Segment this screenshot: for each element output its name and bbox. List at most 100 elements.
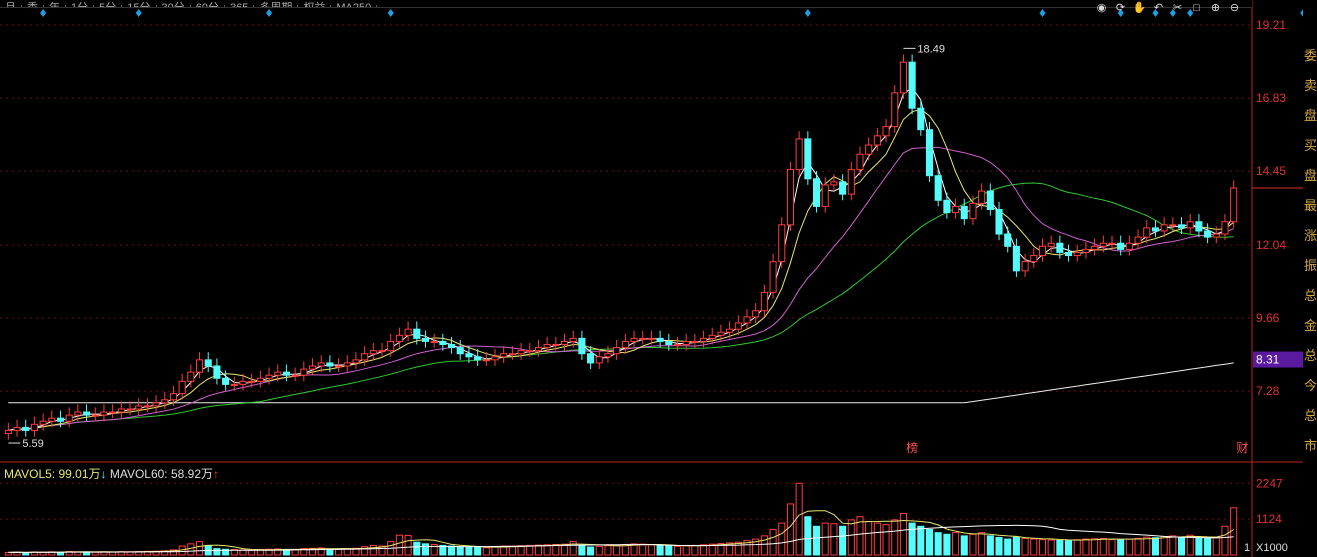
candle-body bbox=[361, 353, 369, 361]
candle-body bbox=[135, 405, 143, 410]
volume-bar bbox=[1108, 538, 1116, 556]
candle-body bbox=[300, 368, 308, 376]
volume-bar bbox=[508, 545, 516, 556]
volume-legend-part: ↑ bbox=[213, 467, 219, 481]
square-icon[interactable]: □ bbox=[1187, 2, 1206, 14]
candle-body bbox=[908, 61, 916, 109]
ma60-line bbox=[8, 182, 1234, 431]
volume-bar bbox=[908, 522, 916, 556]
volume-bar bbox=[821, 522, 829, 556]
candle-body bbox=[543, 344, 551, 349]
candle-body bbox=[639, 337, 647, 340]
candle-body bbox=[274, 371, 282, 376]
volume-bar bbox=[474, 546, 482, 556]
event-diamond-icon bbox=[1039, 9, 1046, 17]
volume-bar bbox=[682, 545, 690, 556]
candle-body bbox=[482, 359, 490, 362]
period-tab[interactable]: 权益 bbox=[298, 3, 332, 7]
candle-body bbox=[1125, 242, 1133, 250]
candle-body bbox=[952, 205, 960, 214]
candle-body bbox=[143, 405, 151, 408]
candle-body bbox=[873, 135, 881, 146]
period-tab[interactable]: 季 bbox=[22, 3, 44, 7]
candle-body bbox=[995, 208, 1003, 235]
period-tab[interactable]: 多周期 bbox=[254, 3, 299, 7]
side-label: 总 bbox=[1304, 348, 1317, 363]
period-tab[interactable]: 60分 bbox=[191, 3, 225, 7]
candle-body bbox=[1091, 245, 1099, 250]
price-tick-label: 14.45 bbox=[1256, 164, 1286, 178]
candle-body bbox=[665, 340, 673, 346]
cut-icon[interactable]: ✂ bbox=[1168, 2, 1187, 14]
candle-body bbox=[1004, 233, 1012, 247]
candle-body bbox=[109, 411, 117, 414]
period-tab[interactable]: 1分 bbox=[66, 3, 95, 7]
event-diamond-icon bbox=[135, 9, 142, 17]
candle-body bbox=[899, 61, 907, 94]
side-label: 市 bbox=[1304, 438, 1317, 453]
side-label: 卖 bbox=[1304, 78, 1317, 93]
candle-body bbox=[30, 423, 38, 431]
candle-body bbox=[335, 365, 343, 368]
candle-body bbox=[717, 331, 725, 336]
volume-bar bbox=[812, 525, 821, 556]
candle-body bbox=[126, 408, 134, 411]
candle-body bbox=[22, 426, 30, 431]
volume-unit-label: X1000 bbox=[1256, 542, 1288, 554]
candle-body bbox=[117, 408, 125, 413]
candle-body bbox=[187, 371, 195, 382]
refresh-icon[interactable]: ⟳ bbox=[1111, 2, 1130, 14]
volume-bar bbox=[482, 547, 490, 556]
period-tab[interactable]: 15分 bbox=[122, 3, 157, 7]
candle-body bbox=[308, 365, 317, 370]
eye-icon[interactable]: ◉ bbox=[1092, 2, 1111, 14]
price-tick-label: 12.04 bbox=[1256, 238, 1286, 252]
low-label: 5.59 bbox=[22, 438, 43, 450]
candle-body bbox=[1160, 224, 1168, 232]
volume-bar bbox=[830, 523, 838, 556]
candle-body bbox=[795, 138, 803, 171]
zoom-in-icon[interactable]: ⊕ bbox=[1206, 2, 1225, 14]
price-tick-label: 7.28 bbox=[1256, 384, 1280, 398]
volume-bar bbox=[673, 545, 682, 556]
candle-body bbox=[630, 337, 638, 342]
volume-bar bbox=[421, 543, 430, 556]
side-label: 盘 bbox=[1304, 108, 1317, 123]
undo-icon[interactable]: ↶ bbox=[1149, 2, 1168, 14]
candle-body bbox=[265, 374, 273, 379]
volume-legend-part: MAVOL60: 58.92万 bbox=[107, 467, 214, 481]
volume-bar bbox=[925, 528, 934, 556]
event-diamond-icon bbox=[804, 9, 811, 17]
candle-body bbox=[317, 362, 325, 367]
period-tab[interactable]: 年 bbox=[44, 3, 66, 7]
candle-body bbox=[1108, 242, 1116, 245]
candle-body bbox=[1065, 251, 1073, 257]
volume-bar bbox=[604, 545, 612, 556]
zoom-out-icon[interactable]: ⊖ bbox=[1225, 2, 1244, 14]
candle-body bbox=[465, 353, 473, 358]
kline-chart[interactable]: 19.21 16.83 14.45 12.04 9.66 7.28 8.31 18.49 5.5… bbox=[0, 0, 1317, 557]
candle-body bbox=[248, 380, 256, 383]
candle-body bbox=[917, 107, 925, 131]
candle-body bbox=[560, 340, 569, 346]
volume-bar bbox=[734, 541, 742, 556]
volume-bar bbox=[1065, 540, 1073, 556]
period-tab[interactable]: 365 bbox=[225, 3, 255, 7]
volume-tick-label: 1124 bbox=[1256, 512, 1282, 526]
period-tab[interactable]: 5分 bbox=[94, 3, 123, 7]
candle-body bbox=[343, 362, 351, 367]
volume-bar bbox=[995, 536, 1003, 556]
candle-body bbox=[65, 414, 73, 422]
volume-bar bbox=[760, 535, 768, 556]
candle-body bbox=[421, 337, 430, 342]
candle-body bbox=[1177, 224, 1186, 229]
volume-bar bbox=[804, 516, 812, 556]
candle-body bbox=[1047, 242, 1055, 247]
candle-body bbox=[1134, 236, 1142, 244]
candle-body bbox=[1204, 230, 1212, 238]
hand-icon[interactable]: ✋ bbox=[1130, 2, 1149, 14]
period-tab[interactable]: 30分 bbox=[157, 3, 191, 7]
period-tab[interactable]: 月 bbox=[0, 3, 22, 7]
period-tab[interactable]: MA250 bbox=[331, 3, 378, 7]
candle-body bbox=[474, 356, 482, 361]
